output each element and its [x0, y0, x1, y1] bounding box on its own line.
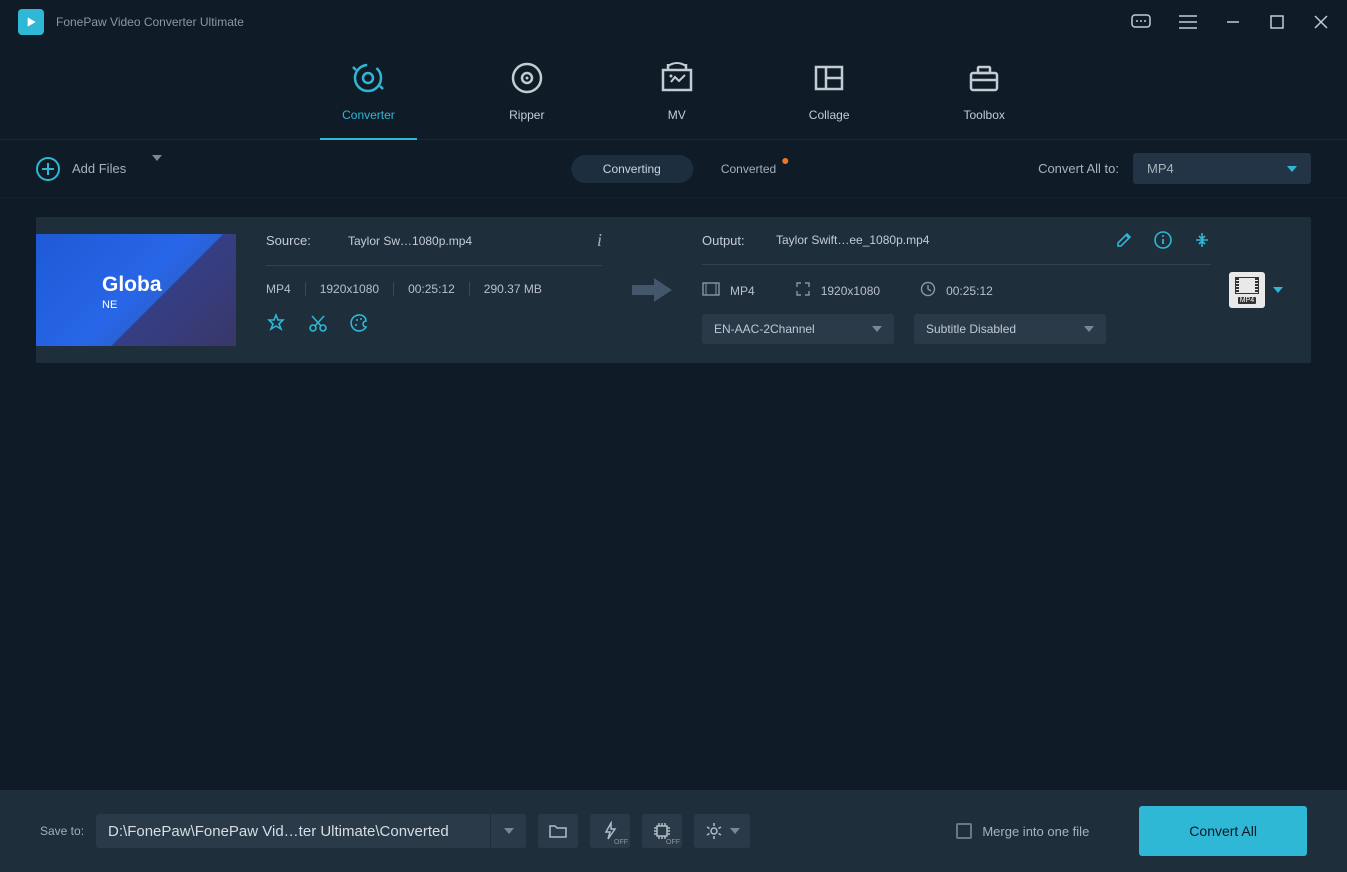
source-duration: 00:25:12	[393, 282, 469, 296]
merge-label: Merge into one file	[982, 824, 1089, 839]
notification-dot-icon	[782, 158, 788, 164]
nav-tabs: Converter Ripper MV Collage Toolbox	[0, 44, 1347, 140]
tab-label: Ripper	[509, 108, 544, 122]
output-filename: Taylor Swift…ee_1080p.mp4	[776, 233, 1093, 247]
file-row: GlobaNE Source: Taylor Sw…1080p.mp4 i MP…	[36, 217, 1311, 363]
hardware-accel-button[interactable]: OFF	[590, 814, 630, 848]
compress-icon[interactable]	[1193, 230, 1211, 250]
converter-icon	[348, 58, 388, 98]
cut-icon[interactable]	[308, 313, 328, 333]
source-format: MP4	[266, 282, 305, 296]
chevron-down-icon	[1273, 287, 1283, 293]
tab-mv[interactable]: MV	[647, 52, 707, 139]
output-format: MP4	[730, 284, 755, 298]
convert-all-button[interactable]: Convert All	[1139, 806, 1307, 856]
save-to-label: Save to:	[40, 824, 84, 838]
tab-label: Collage	[809, 108, 850, 122]
tab-label: MV	[668, 108, 686, 122]
effects-icon[interactable]	[266, 313, 286, 333]
add-files-dropdown[interactable]	[152, 161, 162, 176]
collage-icon	[811, 58, 847, 98]
convert-all-to-label: Convert All to:	[1038, 161, 1119, 176]
save-path-text: D:\FonePaw\FonePaw Vid…ter Ultimate\Conv…	[108, 823, 449, 840]
tab-ripper[interactable]: Ripper	[497, 52, 557, 139]
thumbnail-overlay-text: GlobaNE	[102, 276, 162, 314]
add-files-label: Add Files	[72, 161, 126, 176]
off-badge: OFF	[666, 839, 680, 846]
converted-label: Converted	[721, 162, 776, 176]
source-resolution: 1920x1080	[305, 282, 393, 296]
merge-checkbox[interactable]	[956, 823, 972, 839]
minimize-icon[interactable]	[1225, 14, 1241, 30]
converting-pill[interactable]: Converting	[571, 155, 693, 183]
off-badge: OFF	[614, 839, 628, 846]
format-badge-icon: MP4	[1229, 272, 1265, 308]
titlebar: FonePaw Video Converter Ultimate	[0, 0, 1347, 44]
save-path-field[interactable]: D:\FonePaw\FonePaw Vid…ter Ultimate\Conv…	[96, 814, 526, 848]
feedback-icon[interactable]	[1131, 14, 1151, 30]
video-format-icon	[702, 282, 720, 299]
video-thumbnail[interactable]: GlobaNE	[36, 234, 236, 346]
toolbox-icon	[966, 58, 1002, 98]
tab-toolbox[interactable]: Toolbox	[952, 52, 1017, 139]
plus-icon	[36, 157, 60, 181]
chevron-down-icon	[730, 828, 740, 834]
subtitle-select[interactable]: Subtitle Disabled	[914, 314, 1106, 344]
output-label: Output:	[702, 233, 754, 248]
output-duration: 00:25:12	[946, 284, 993, 298]
format-dropdown[interactable]: MP4	[1133, 153, 1311, 184]
arrow-right-icon	[630, 275, 674, 305]
palette-icon[interactable]	[350, 313, 370, 333]
output-resolution: 1920x1080	[821, 284, 880, 298]
source-filename: Taylor Sw…1080p.mp4	[348, 234, 575, 248]
save-path-dropdown[interactable]	[490, 814, 526, 848]
clock-icon	[920, 281, 936, 300]
tab-label: Toolbox	[964, 108, 1005, 122]
info-circle-icon[interactable]	[1153, 230, 1173, 250]
add-files-button[interactable]: Add Files	[36, 157, 162, 181]
tab-collage[interactable]: Collage	[797, 52, 862, 139]
chevron-down-icon	[872, 326, 882, 332]
source-size: 290.37 MB	[469, 282, 556, 296]
bottom-bar: Save to: D:\FonePaw\FonePaw Vid…ter Ulti…	[0, 790, 1347, 872]
ripper-icon	[509, 58, 545, 98]
toolbar: Add Files Converting Converted Convert A…	[0, 140, 1347, 198]
gpu-button[interactable]: OFF	[642, 814, 682, 848]
convert-all-label: Convert All	[1189, 823, 1257, 839]
menu-icon[interactable]	[1179, 15, 1197, 29]
resolution-icon	[795, 281, 811, 300]
edit-icon[interactable]	[1115, 230, 1133, 250]
audio-track-select[interactable]: EN-AAC-2Channel	[702, 314, 894, 344]
format-value: MP4	[1147, 161, 1174, 176]
subtitle-value: Subtitle Disabled	[926, 322, 1016, 336]
converted-link[interactable]: Converted	[721, 162, 776, 176]
source-label: Source:	[266, 233, 326, 248]
audio-track-value: EN-AAC-2Channel	[714, 322, 815, 336]
open-folder-button[interactable]	[538, 814, 578, 848]
mv-icon	[659, 58, 695, 98]
output-format-picker[interactable]: MP4	[1229, 272, 1293, 308]
tab-label: Converter	[342, 108, 395, 122]
tab-converter[interactable]: Converter	[330, 52, 407, 139]
settings-button[interactable]	[694, 814, 750, 848]
app-logo	[18, 9, 44, 35]
maximize-icon[interactable]	[1269, 14, 1285, 30]
app-title: FonePaw Video Converter Ultimate	[56, 15, 1119, 29]
chevron-down-icon	[1287, 166, 1297, 172]
chevron-down-icon	[1084, 326, 1094, 332]
close-icon[interactable]	[1313, 14, 1329, 30]
